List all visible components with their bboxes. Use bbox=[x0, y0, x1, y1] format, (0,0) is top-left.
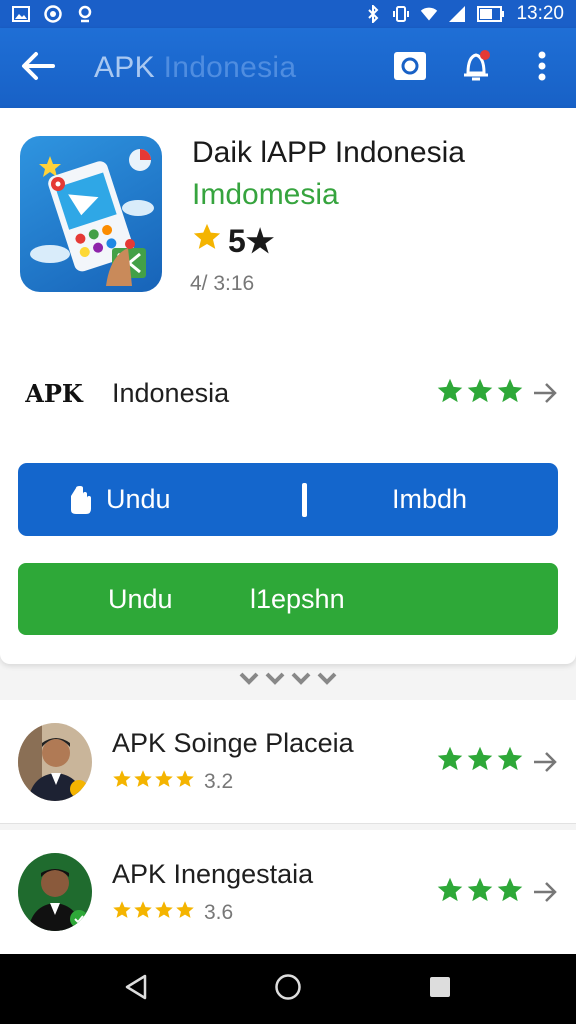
developer-rating-stars bbox=[436, 377, 524, 410]
list-item-rating: 3.6 bbox=[112, 900, 313, 926]
app-rating: 5★ bbox=[192, 222, 274, 260]
app-icon bbox=[20, 136, 162, 292]
back-button[interactable] bbox=[12, 42, 64, 94]
star-icon bbox=[192, 222, 222, 260]
image-icon bbox=[12, 5, 30, 23]
chevron-right-icon bbox=[532, 879, 560, 905]
battery-icon bbox=[476, 5, 506, 23]
expand-more-indicator[interactable] bbox=[0, 672, 576, 691]
download-hand-icon bbox=[66, 484, 96, 516]
list-item-rating-value: 3.6 bbox=[204, 900, 234, 924]
green-star-icon bbox=[466, 745, 494, 778]
yellow-star-icon bbox=[175, 769, 195, 795]
secondary-left-label: Undu bbox=[108, 583, 173, 614]
download-label: Undu bbox=[106, 484, 171, 514]
yellow-star-icon bbox=[133, 769, 153, 795]
developer-avatar: APK bbox=[20, 359, 88, 427]
green-star-icon bbox=[436, 876, 464, 909]
page-title: APK Indonesia bbox=[94, 51, 296, 85]
secondary-right-label: l1epshn bbox=[250, 583, 345, 614]
nav-recents-button[interactable] bbox=[418, 967, 462, 1011]
nav-back-icon bbox=[123, 973, 149, 1006]
green-star-icon bbox=[496, 745, 524, 778]
rating-value: 5★ bbox=[228, 223, 275, 259]
button-divider bbox=[302, 483, 307, 517]
green-star-icon bbox=[436, 745, 464, 778]
developer-row[interactable]: APK Indonesia bbox=[0, 358, 576, 428]
nav-recents-icon bbox=[428, 975, 452, 1004]
list-item-rating-value: 3.2 bbox=[204, 770, 234, 793]
avatar bbox=[18, 853, 92, 931]
chevron-right-icon bbox=[532, 749, 560, 775]
avatar bbox=[18, 722, 92, 801]
chevron-down-icon bbox=[317, 672, 337, 691]
list-item[interactable]: APK Inengestaia 3.6 bbox=[0, 830, 576, 954]
title-main: APK bbox=[94, 51, 155, 84]
system-nav-bar bbox=[0, 954, 576, 1024]
developer-name: Indonesia bbox=[112, 377, 230, 408]
status-bar: 13:20 bbox=[0, 0, 576, 28]
nav-home-icon bbox=[274, 973, 302, 1006]
list-item-title: APK Inengestaia bbox=[112, 858, 314, 889]
back-arrow-icon bbox=[21, 51, 55, 86]
notification-bell-icon bbox=[460, 49, 492, 88]
nav-home-button[interactable] bbox=[266, 967, 310, 1011]
nav-back-button[interactable] bbox=[114, 967, 158, 1011]
app-detail-card: Daik lAPP Indonesia Imdomesia 5★ 4/ 3:16… bbox=[0, 108, 576, 664]
more-vertical-icon bbox=[537, 51, 547, 86]
more-options-button[interactable] bbox=[522, 48, 562, 88]
download-primary-button[interactable]: Undu Imbdh bbox=[18, 463, 558, 536]
green-star-icon bbox=[466, 377, 494, 410]
yellow-star-icon bbox=[175, 900, 195, 926]
list-item-green-stars bbox=[436, 876, 524, 909]
yellow-star-icon bbox=[154, 769, 174, 795]
camera-button[interactable] bbox=[390, 48, 430, 88]
list-item-title: APK Soinge Placeia bbox=[112, 728, 354, 758]
bluetooth-icon bbox=[364, 5, 382, 23]
list-item[interactable]: APK Soinge Placeia 3.2 bbox=[0, 700, 576, 824]
sync-icon bbox=[76, 5, 94, 23]
yellow-star-icon bbox=[112, 769, 132, 795]
signal-icon bbox=[448, 5, 466, 23]
yellow-star-icon bbox=[154, 900, 174, 926]
yellow-star-icon bbox=[133, 900, 153, 926]
chevron-right-icon bbox=[532, 380, 560, 406]
title-faded: Indonesia bbox=[154, 51, 297, 84]
list-item-rating: 3.2 bbox=[112, 769, 354, 795]
green-star-icon bbox=[466, 876, 494, 909]
circle-badge-icon bbox=[44, 5, 62, 23]
list-item-green-stars bbox=[436, 745, 524, 778]
wifi-icon bbox=[420, 5, 438, 23]
app-name: Daik lAPP Indonesia bbox=[192, 136, 465, 169]
chevron-down-icon bbox=[291, 672, 311, 691]
download-secondary-button[interactable]: Undu l1epshn bbox=[18, 563, 558, 635]
yellow-star-icon bbox=[112, 900, 132, 926]
install-label: Imbdh bbox=[392, 484, 468, 514]
green-star-icon bbox=[496, 377, 524, 410]
green-star-icon bbox=[496, 876, 524, 909]
chevron-down-icon bbox=[239, 672, 259, 691]
camera-icon bbox=[393, 51, 427, 86]
chevron-down-icon bbox=[265, 672, 285, 691]
green-star-icon bbox=[436, 377, 464, 410]
app-bar: APK Indonesia bbox=[0, 28, 576, 108]
app-subtitle: Imdomesia bbox=[192, 178, 339, 211]
vibrate-icon bbox=[392, 5, 410, 23]
notification-button[interactable] bbox=[456, 48, 496, 88]
app-meta: 4/ 3:16 bbox=[190, 272, 255, 295]
developer-avatar-text: APK bbox=[25, 378, 83, 408]
status-time: 13:20 bbox=[516, 3, 564, 24]
